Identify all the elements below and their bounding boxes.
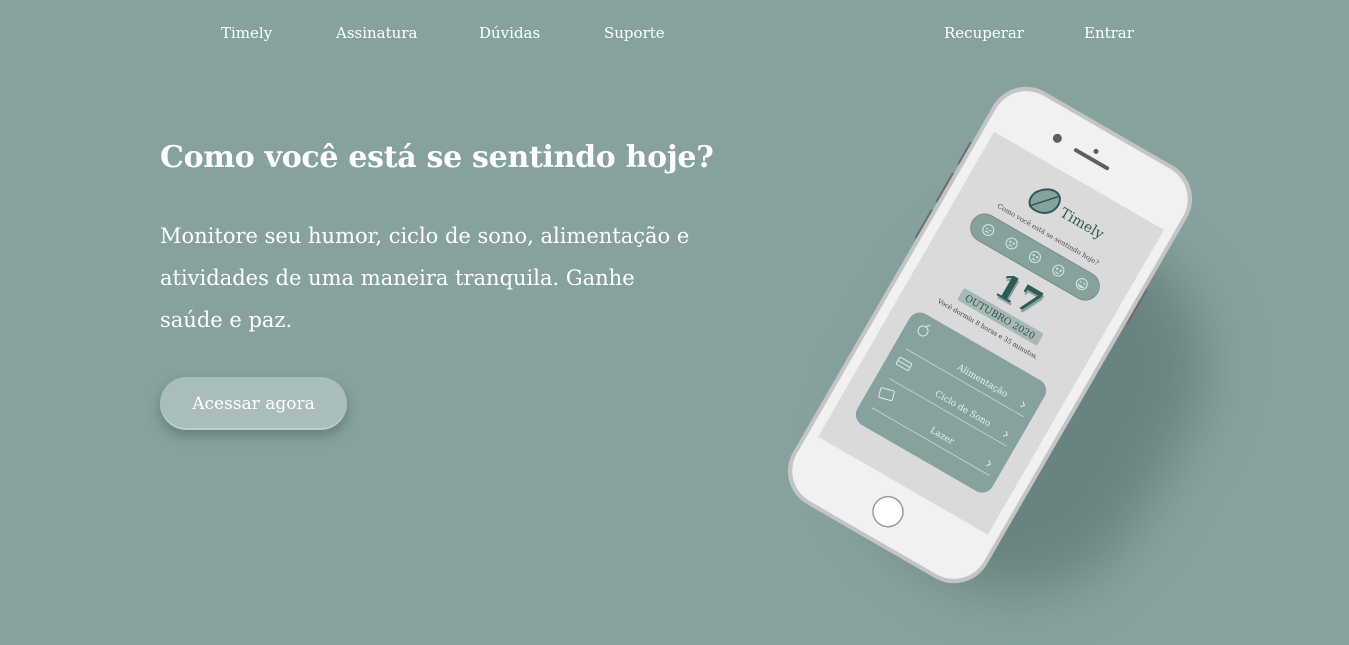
nav-link-recuperar[interactable]: Recuperar bbox=[944, 24, 1024, 42]
hero-description: Monitore seu humor, ciclo de sono, alime… bbox=[160, 224, 690, 332]
access-now-button[interactable]: Acessar agora bbox=[160, 377, 347, 430]
nav-brand-link[interactable]: Timely bbox=[221, 24, 272, 42]
nav-link-entrar[interactable]: Entrar bbox=[1084, 24, 1134, 42]
nav-link-suporte[interactable]: Suporte bbox=[604, 24, 665, 42]
phone-illustration: Timely Como você está se sentindo hoje? … bbox=[787, 86, 1193, 584]
phone-mockup: Timely Como você está se sentindo hoje? … bbox=[742, 86, 1257, 645]
nav-link-assinatura[interactable]: Assinatura bbox=[336, 24, 417, 42]
hero-title: Como você está se sentindo hoje? bbox=[160, 140, 714, 175]
nav-link-duvidas[interactable]: Dúvidas bbox=[479, 24, 540, 42]
